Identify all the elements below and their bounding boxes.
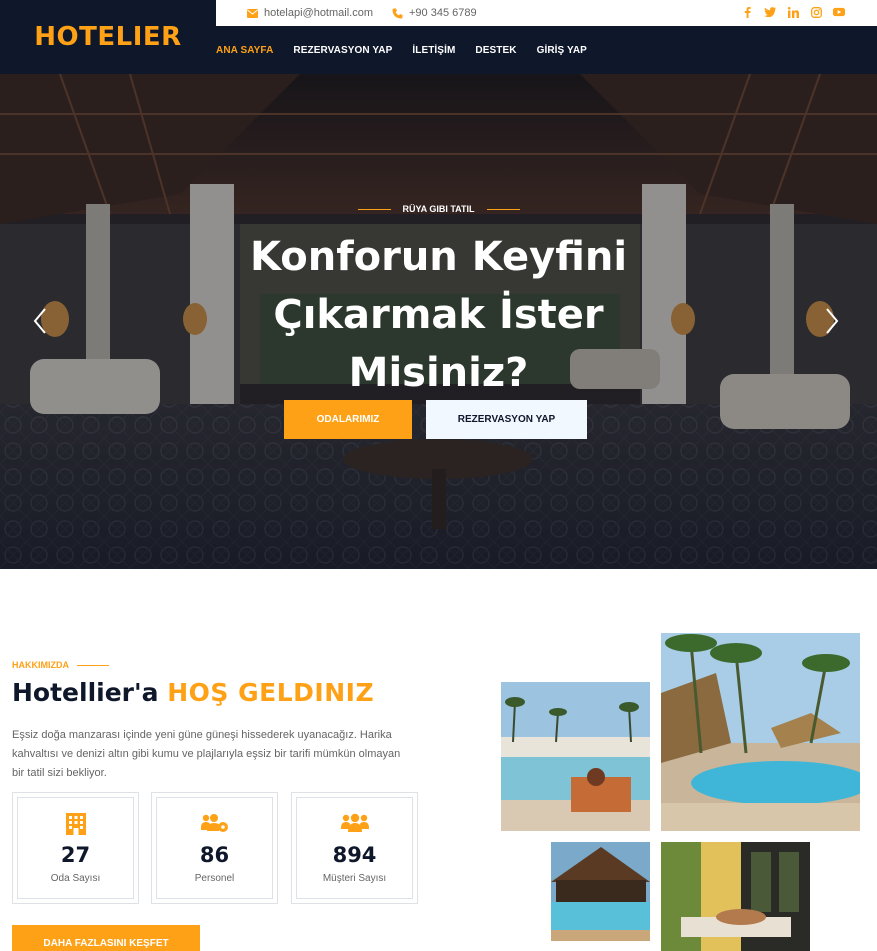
- resort-pool-photo: [661, 633, 860, 831]
- contact-email-text[interactable]: hotelapi@hotmail.com: [264, 7, 373, 19]
- about-description: Eşsiz doğa manzarası içinde yeni güne gü…: [12, 729, 401, 779]
- stat-card-customers: 894 Müşteri Sayısı: [291, 792, 418, 904]
- twitter-icon[interactable]: [764, 5, 776, 19]
- nav-item-reservation[interactable]: REZERVASYON YAP: [293, 45, 392, 56]
- linkedin-icon[interactable]: [787, 5, 799, 19]
- lounge-chair-photo: [661, 842, 810, 951]
- about-title: Hotellier'a HOŞ GELDINIZ: [12, 678, 374, 707]
- phone-icon: [392, 8, 403, 18]
- logo[interactable]: HOTELIER: [34, 22, 181, 52]
- stat-card-staff: 86 Personel: [151, 792, 278, 904]
- rooms-button[interactable]: ODALARIMIZ: [284, 400, 412, 439]
- nav-item-support[interactable]: DESTEK: [475, 45, 516, 56]
- contact-email[interactable]: hotelapi@hotmail.com: [247, 7, 373, 19]
- about-title-highlight: HOŞ GELDINIZ: [167, 678, 375, 707]
- users-icon: [297, 813, 412, 833]
- users-cog-icon: [157, 813, 272, 833]
- hero-title-line-2: Çıkarmak İster: [273, 292, 604, 338]
- facebook-icon[interactable]: [741, 5, 753, 19]
- about-eyebrow-line: [77, 664, 109, 666]
- instagram-icon[interactable]: [810, 5, 822, 19]
- stat-value: 27: [60, 843, 91, 867]
- reservation-button[interactable]: REZERVASYON YAP: [426, 400, 587, 439]
- hero-carousel: RÜYA GIBI TATIL Konforun Keyfini Çıkarma…: [0, 74, 877, 569]
- hero-eyebrow-text: RÜYA GIBI TATIL: [402, 204, 475, 214]
- nav-item-contact[interactable]: İLETİŞİM: [412, 45, 455, 56]
- social-links: [741, 5, 845, 19]
- contact-phone[interactable]: +90 345 6789: [392, 7, 477, 19]
- stat-value: 86: [199, 843, 230, 867]
- eyebrow-line-right: [486, 208, 520, 210]
- explore-more-button[interactable]: DAHA FAZLASINI KEŞFET: [12, 925, 200, 951]
- stat-value: 894: [332, 843, 377, 867]
- nav-item-login[interactable]: GİRİŞ YAP: [537, 45, 587, 56]
- eyebrow-line-left: [357, 208, 391, 210]
- hero-eyebrow: RÜYA GIBI TATIL: [0, 204, 877, 214]
- cabin-pool-photo: [551, 842, 650, 941]
- main-nav: ANA SAYFA REZERVASYON YAP İLETİŞİM DESTE…: [216, 26, 607, 74]
- stat-label: Personel: [194, 873, 235, 884]
- stat-label: Oda Sayısı: [50, 873, 101, 884]
- youtube-icon[interactable]: [833, 5, 845, 19]
- envelope-icon: [247, 8, 258, 18]
- contact-phone-text[interactable]: +90 345 6789: [409, 7, 477, 19]
- top-contact-bar: hotelapi@hotmail.com +90 345 6789: [216, 0, 877, 26]
- stat-card-inner: 27 Oda Sayısı: [17, 797, 134, 899]
- stat-card-inner: 86 Personel: [156, 797, 273, 899]
- about-title-prefix: Hotellier'a: [12, 678, 159, 707]
- about-eyebrow-text: HAKKIMIZDA: [12, 660, 69, 670]
- site-header: HOTELIER hotelapi@hotmail.com +90 345 67…: [0, 0, 877, 74]
- chevron-left-icon[interactable]: [30, 306, 50, 336]
- chevron-right-icon[interactable]: [822, 306, 842, 336]
- hotel-icon: [18, 813, 133, 835]
- nav-item-home[interactable]: ANA SAYFA: [216, 45, 273, 56]
- hero-title-line-3: Misiniz?: [348, 350, 529, 396]
- hero-title-line-1: Konforun Keyfini: [249, 234, 628, 280]
- beach-pool-photo: [501, 682, 650, 831]
- about-eyebrow: HAKKIMIZDA: [12, 660, 109, 670]
- logo-container[interactable]: HOTELIER: [0, 0, 216, 74]
- hero-title: Konforun Keyfini Çıkarmak İster Misiniz?: [160, 228, 717, 402]
- stat-card-rooms: 27 Oda Sayısı: [12, 792, 139, 904]
- stat-card-inner: 894 Müşteri Sayısı: [296, 797, 413, 899]
- stat-label: Müşteri Sayısı: [322, 873, 387, 884]
